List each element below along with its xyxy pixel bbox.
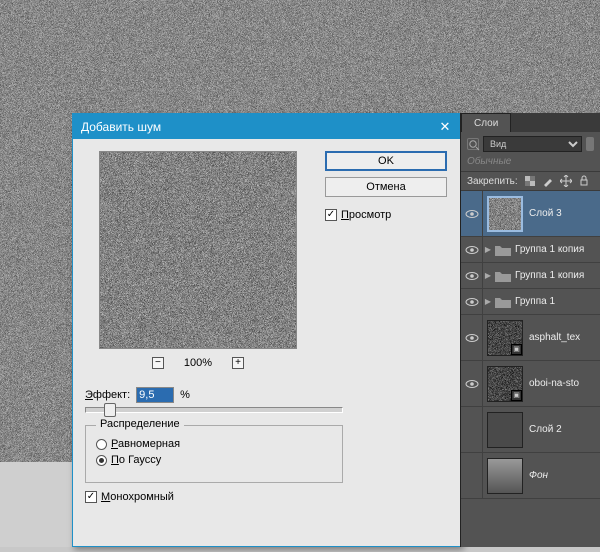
folder-icon — [495, 270, 511, 282]
layer-name[interactable]: Группа 1 копия — [513, 270, 600, 281]
dialog-titlebar[interactable]: Добавить шум ✕ — [73, 114, 461, 139]
visibility-toggle[interactable] — [461, 237, 483, 262]
ok-button[interactable]: OK — [325, 151, 447, 171]
gaussian-label: По Гауссу — [111, 454, 161, 466]
effect-label: Эффект: — [85, 389, 130, 401]
blend-mode-display: Обычные — [461, 156, 600, 171]
visibility-toggle[interactable] — [461, 191, 483, 236]
close-icon[interactable]: ✕ — [435, 119, 455, 135]
layer-name[interactable]: Фон — [527, 470, 600, 481]
mono-label: Монохромный — [101, 491, 174, 503]
visibility-toggle[interactable] — [461, 315, 483, 360]
layer-row-group-copy-2[interactable]: ▶ Группа 1 копия — [461, 237, 600, 263]
zoom-percent: 100% — [184, 357, 212, 369]
zoom-in-button[interactable]: + — [232, 357, 244, 369]
layer-name[interactable]: oboi-na-sto — [527, 378, 600, 389]
layer-list: Слой 3 ▶ Группа 1 копия ▶ Группа 1 копия… — [461, 191, 600, 499]
visibility-toggle[interactable] — [461, 407, 483, 452]
layer-thumbnail[interactable] — [487, 458, 523, 494]
dialog-title: Добавить шум — [81, 120, 161, 134]
lock-transparency-icon[interactable] — [524, 175, 536, 187]
layer-thumbnail[interactable]: ▣ — [487, 366, 523, 402]
preview-checkbox-row[interactable]: Просмотр — [325, 209, 447, 221]
uniform-label: Равномерная — [111, 438, 180, 450]
smart-object-icon: ▣ — [511, 390, 522, 401]
distribution-group: Распределение Равномерная По Гауссу — [85, 425, 343, 483]
filter-type-select[interactable]: Вид — [483, 136, 582, 152]
folder-icon — [495, 296, 511, 308]
effect-value-input[interactable] — [136, 387, 174, 403]
layer-thumbnail[interactable]: ▣ — [487, 320, 523, 356]
layers-panel: Слои Вид Обычные Закрепить: Слой 3 ▶ Гру… — [460, 113, 600, 547]
layer-name[interactable]: Группа 1 копия — [513, 244, 600, 255]
lock-move-icon[interactable] — [560, 175, 572, 187]
search-icon[interactable] — [467, 138, 479, 150]
cancel-button[interactable]: Отмена — [325, 177, 447, 197]
layer-thumbnail[interactable] — [487, 412, 523, 448]
layer-row-layer2[interactable]: Слой 2 — [461, 407, 600, 453]
uniform-radio[interactable] — [96, 439, 107, 450]
layer-name[interactable]: Слой 3 — [527, 208, 600, 219]
smart-object-icon: ▣ — [511, 344, 522, 355]
slider-thumb[interactable] — [104, 403, 116, 417]
layer-name[interactable]: Слой 2 — [527, 424, 600, 435]
preview-checkbox[interactable] — [325, 209, 337, 221]
lock-all-icon[interactable] — [578, 175, 590, 187]
expand-icon[interactable]: ▶ — [483, 271, 493, 280]
layer-name[interactable]: asphalt_tex — [527, 332, 600, 343]
lock-label: Закрепить: — [467, 176, 518, 187]
lock-paint-icon[interactable] — [542, 175, 554, 187]
effect-unit: % — [180, 389, 190, 401]
expand-icon[interactable]: ▶ — [483, 297, 493, 306]
layer-row-background[interactable]: Фон — [461, 453, 600, 499]
visibility-toggle[interactable] — [461, 289, 483, 314]
mono-checkbox[interactable] — [85, 491, 97, 503]
filter-toggle[interactable] — [586, 137, 594, 151]
layer-row-group[interactable]: ▶ Группа 1 — [461, 289, 600, 315]
zoom-out-button[interactable]: − — [152, 357, 164, 369]
preview-thumbnail[interactable] — [99, 151, 297, 349]
preview-label: Просмотр — [341, 209, 391, 221]
add-noise-dialog: Добавить шум ✕ − 100% + OK Отмена Просмо… — [72, 113, 462, 547]
layer-row-group-copy[interactable]: ▶ Группа 1 копия — [461, 263, 600, 289]
expand-icon[interactable]: ▶ — [483, 245, 493, 254]
gaussian-radio[interactable] — [96, 455, 107, 466]
visibility-toggle[interactable] — [461, 453, 483, 498]
layer-row-selected[interactable]: Слой 3 — [461, 191, 600, 237]
layer-row-oboi[interactable]: ▣ oboi-na-sto — [461, 361, 600, 407]
visibility-toggle[interactable] — [461, 361, 483, 406]
effect-slider[interactable] — [85, 407, 343, 413]
distribution-legend: Распределение — [96, 418, 184, 430]
visibility-toggle[interactable] — [461, 263, 483, 288]
tab-layers[interactable]: Слои — [461, 113, 511, 132]
layer-name[interactable]: Группа 1 — [513, 296, 600, 307]
lock-row: Закрепить: — [461, 171, 600, 191]
layer-thumbnail[interactable] — [487, 196, 523, 232]
folder-icon — [495, 244, 511, 256]
layer-row-asphalt[interactable]: ▣ asphalt_tex — [461, 315, 600, 361]
